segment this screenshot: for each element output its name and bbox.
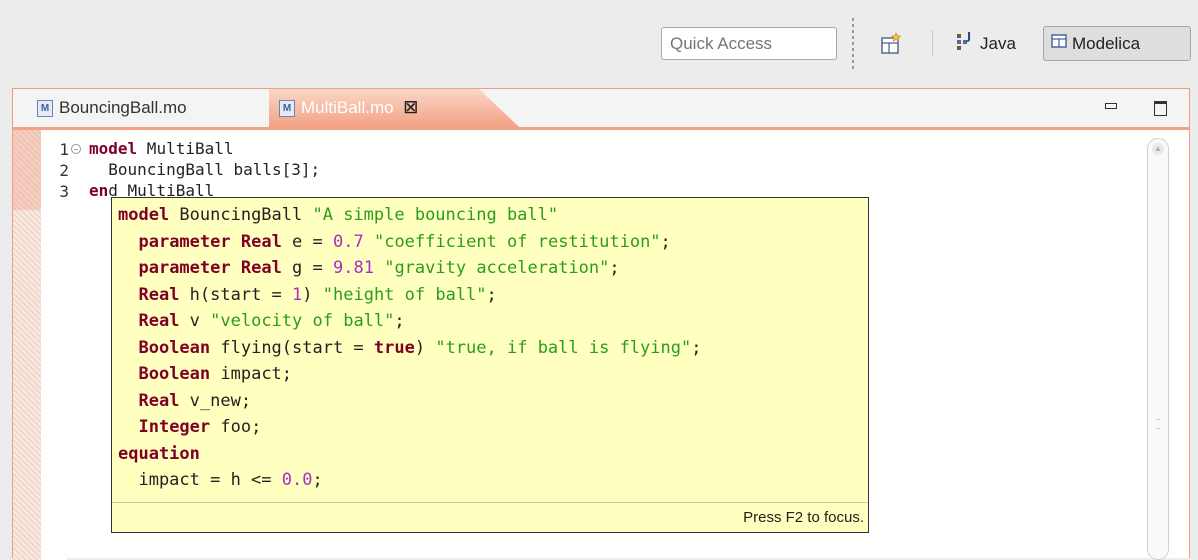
close-icon[interactable]: ☒ [404,98,418,118]
hover-line: parameter Real e = 0.7 "coefficient of r… [138,231,671,252]
main-toolbar: J Java Modelica [0,0,1198,88]
scroll-grip [1156,419,1160,429]
hover-line: parameter Real g = 9.81 "gravity acceler… [138,258,620,278]
hover-line: Real v_new; [138,390,252,411]
tab-multiball[interactable]: M MultiBall.mo ☒ [269,89,519,127]
quick-access-input[interactable] [661,27,837,60]
hover-popup[interactable]: model BouncingBall "A simple bouncing ba… [111,197,869,533]
java-perspective-label: Java [980,33,1016,53]
line-number: 2 [59,160,69,180]
code-line: BouncingBall balls[3]; [89,160,321,179]
tab-bouncingball[interactable]: M BouncingBall.mo [25,89,265,127]
tab-label: BouncingBall.mo [59,98,187,117]
tab-label: MultiBall.mo [301,98,394,117]
java-perspective-button[interactable]: J Java [948,26,1022,61]
fold-collapse-icon[interactable]: − [71,144,81,154]
hover-line: Integer foo; [138,417,262,437]
scroll-up-icon[interactable]: ▲ [1152,143,1164,155]
modelica-file-icon: M [37,99,53,117]
hover-line: Real v "velocity of ball"; [138,311,405,331]
annotation-highlight [13,130,41,210]
minimize-icon[interactable] [1103,99,1119,115]
hover-line: model BouncingBall "A simple bouncing ba… [118,205,559,225]
open-perspective-icon[interactable] [879,31,905,57]
svg-text:J: J [966,30,971,43]
toolbar-grip[interactable] [852,18,854,70]
editor-tab-bar: M BouncingBall.mo M MultiBall.mo ☒ [13,89,1189,130]
modelica-perspective-label: Modelica [1072,33,1141,53]
hover-line: Boolean flying(start = true) "true, if b… [138,337,702,358]
hover-line: impact = h <= 0.0; [118,470,323,490]
line-number: 3 [59,181,69,201]
java-perspective-icon: J [954,30,976,57]
modelica-file-icon: M [279,99,295,117]
vertical-scrollbar[interactable]: ▲ [1147,138,1169,560]
hover-line: equation [118,443,200,464]
maximize-icon[interactable] [1153,99,1169,116]
hover-line: Real h(start = 1) "height of ball"; [138,284,497,305]
hover-footer: Press F2 to focus. [112,502,868,532]
modelica-perspective-button[interactable]: Modelica [1043,26,1191,61]
code-line: model MultiBall [89,139,234,158]
hover-code: model BouncingBall "A simple bouncing ba… [118,202,701,494]
hover-line: Boolean impact; [138,364,293,384]
line-number: 1− [41,139,81,159]
toolbar-separator [932,30,933,56]
modelica-perspective-icon [1050,32,1068,55]
